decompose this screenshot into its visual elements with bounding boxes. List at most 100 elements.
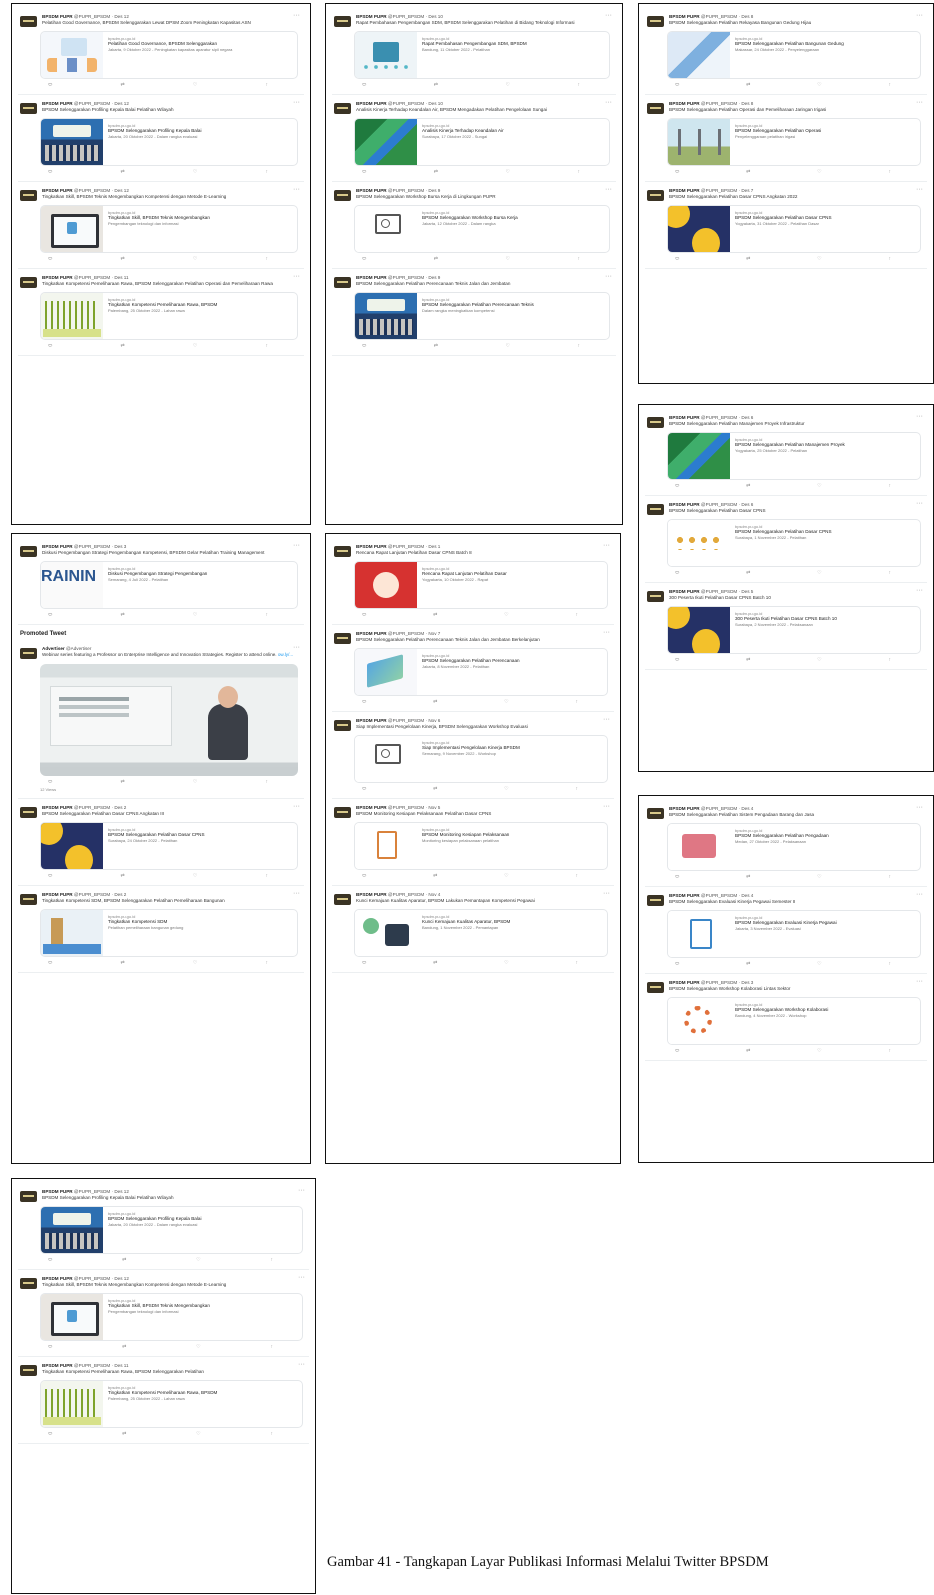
avatar[interactable] <box>334 277 351 288</box>
share-icon[interactable]: ↑ <box>271 1344 274 1350</box>
share-icon[interactable]: ↑ <box>889 570 892 576</box>
tweet[interactable]: BPSDM PUPR @PUPR_BPSDM · Des 3 Diskusi Pe… <box>18 538 304 625</box>
more-options-icon[interactable]: ··· <box>298 1187 305 1194</box>
account-name[interactable]: BPSDM PUPR <box>42 275 73 280</box>
reply-icon[interactable]: ⬭ <box>675 256 679 262</box>
share-icon[interactable]: ↑ <box>265 169 268 175</box>
link-card[interactable]: bpsdm.pu.go.id BPSDM Selenggarakan Pelati… <box>667 519 921 567</box>
tweet[interactable]: BPSDM PUPR @PUPR_BPSDM · Nov 4 Kunci Kema… <box>332 886 614 973</box>
retweet-icon[interactable]: ⇄ <box>120 256 124 262</box>
link-card[interactable]: bpsdm.pu.go.id Analisis Kinerja Terhadap … <box>354 118 610 166</box>
reply-icon[interactable]: ⬭ <box>675 483 679 489</box>
tweet[interactable]: BPSDM PUPR @PUPR_BPSDM · Des 10 Rapat Pem… <box>332 8 616 95</box>
link-card[interactable]: bpsdm.pu.go.id BPSDM Selenggarakan Worksh… <box>667 997 921 1045</box>
retweet-icon[interactable]: ⇄ <box>120 779 124 785</box>
account-name[interactable]: BPSDM PUPR <box>356 805 387 810</box>
more-options-icon[interactable]: ··· <box>293 644 300 651</box>
tweet[interactable]: BPSDM PUPR @PUPR_BPSDM · Des 12 Pelatihan… <box>18 8 304 95</box>
more-options-icon[interactable]: ··· <box>298 1274 305 1281</box>
link-card[interactable]: bpsdm.pu.go.id Tingkatkan Skill, BPSDM Te… <box>40 205 298 253</box>
tweet[interactable]: BPSDM PUPR @PUPR_BPSDM · Des 6 BPSDM Sele… <box>645 496 927 583</box>
more-options-icon[interactable]: ··· <box>293 186 300 193</box>
advertiser-avatar[interactable] <box>20 648 37 659</box>
tweet[interactable]: BPSDM PUPR @PUPR_BPSDM · Nov 7 BPSDM Sele… <box>332 625 614 712</box>
retweet-icon[interactable]: ⇄ <box>434 169 438 175</box>
account-name[interactable]: Advertiser <box>42 646 65 651</box>
avatar[interactable] <box>334 16 351 27</box>
like-icon[interactable]: ♡ <box>193 612 197 618</box>
share-icon[interactable]: ↑ <box>889 874 892 880</box>
retweet-icon[interactable]: ⇄ <box>122 1431 126 1437</box>
retweet-icon[interactable]: ⇄ <box>120 343 124 349</box>
like-icon[interactable]: ♡ <box>193 343 197 349</box>
retweet-icon[interactable]: ⇄ <box>746 570 750 576</box>
link-card[interactable]: bpsdm.pu.go.id BPSDM Selenggarakan Pelati… <box>667 823 921 871</box>
more-options-icon[interactable]: ··· <box>605 99 612 106</box>
link-card[interactable]: bpsdm.pu.go.id BPSDM Monitoring Kesiapan … <box>354 822 608 870</box>
retweet-icon[interactable]: ⇄ <box>434 82 438 88</box>
link-card[interactable]: bpsdm.pu.go.id Tingkatkan Kompetensi SDM P… <box>40 909 298 957</box>
avatar[interactable] <box>20 103 37 114</box>
retweet-icon[interactable]: ⇄ <box>746 256 750 262</box>
tweet[interactable]: BPSDM PUPR @PUPR_BPSDM · Des 11 Tingkatka… <box>18 269 304 356</box>
link-card[interactable]: bpsdm.pu.go.id BPSDM Selenggarakan Pelati… <box>667 31 921 79</box>
reply-icon[interactable]: ⬭ <box>48 256 52 262</box>
share-icon[interactable]: ↑ <box>577 343 580 349</box>
retweet-icon[interactable]: ⇄ <box>746 82 750 88</box>
share-icon[interactable]: ↑ <box>577 169 580 175</box>
tweet[interactable]: BPSDM PUPR @PUPR_BPSDM · Des 2 Tingkatkan… <box>18 886 304 973</box>
tweet[interactable]: BPSDM PUPR @PUPR_BPSDM · Nov 6 Siap Imple… <box>332 712 614 799</box>
tweet[interactable]: BPSDM PUPR @PUPR_BPSDM · Des 2 BPSDM Sele… <box>18 799 304 886</box>
tweet[interactable]: BPSDM PUPR @PUPR_BPSDM · Des 9 BPSDM Sele… <box>332 182 616 269</box>
reply-icon[interactable]: ⬭ <box>48 1344 52 1350</box>
link-card[interactable]: bpsdm.pu.go.id Pelatihan Good Governance,… <box>40 31 298 79</box>
avatar[interactable] <box>20 1191 37 1202</box>
share-icon[interactable]: ↑ <box>889 169 892 175</box>
share-icon[interactable]: ↑ <box>889 961 892 967</box>
avatar[interactable] <box>334 190 351 201</box>
account-name[interactable]: BPSDM PUPR <box>356 718 387 723</box>
like-icon[interactable]: ♡ <box>504 699 508 705</box>
reply-icon[interactable]: ⬭ <box>48 169 52 175</box>
tweet[interactable]: BPSDM PUPR @PUPR_BPSDM · Des 8 BPSDM Sele… <box>645 95 927 182</box>
share-icon[interactable]: ↑ <box>576 873 579 879</box>
reply-icon[interactable]: ⬭ <box>362 960 366 966</box>
avatar[interactable] <box>647 190 664 201</box>
more-options-icon[interactable]: ··· <box>603 803 610 810</box>
link-card[interactable]: bpsdm.pu.go.id Siap Implementasi Pengelol… <box>354 735 608 783</box>
avatar[interactable] <box>647 16 664 27</box>
avatar[interactable] <box>334 633 351 644</box>
like-icon[interactable]: ♡ <box>817 657 821 663</box>
account-name[interactable]: BPSDM PUPR <box>669 980 700 985</box>
reply-icon[interactable]: ⬭ <box>362 786 366 792</box>
tweet[interactable]: BPSDM PUPR @PUPR_BPSDM · Des 1 Rencana Ra… <box>332 538 614 625</box>
link-card[interactable]: bpsdm.pu.go.id BPSDM Selenggarakan Pelati… <box>354 292 610 340</box>
account-name[interactable]: BPSDM PUPR <box>42 101 73 106</box>
retweet-icon[interactable]: ⇄ <box>122 1257 126 1263</box>
account-name[interactable]: BPSDM PUPR <box>356 275 387 280</box>
retweet-icon[interactable]: ⇄ <box>120 169 124 175</box>
retweet-icon[interactable]: ⇄ <box>746 657 750 663</box>
account-name[interactable]: BPSDM PUPR <box>669 101 700 106</box>
account-name[interactable]: BPSDM PUPR <box>42 188 73 193</box>
account-name[interactable]: BPSDM PUPR <box>356 101 387 106</box>
more-options-icon[interactable]: ··· <box>293 890 300 897</box>
account-name[interactable]: BPSDM PUPR <box>669 893 700 898</box>
retweet-icon[interactable]: ⇄ <box>746 874 750 880</box>
retweet-icon[interactable]: ⇄ <box>122 1344 126 1350</box>
share-icon[interactable]: ↑ <box>265 82 268 88</box>
video-progress-bar[interactable] <box>40 767 298 770</box>
account-name[interactable]: BPSDM PUPR <box>669 502 700 507</box>
more-options-icon[interactable]: ··· <box>916 891 923 898</box>
reply-icon[interactable]: ⬭ <box>362 343 366 349</box>
tweet[interactable]: BPSDM PUPR @PUPR_BPSDM · Des 11 Tingkatka… <box>18 1357 309 1444</box>
share-icon[interactable]: ↑ <box>889 483 892 489</box>
account-name[interactable]: BPSDM PUPR <box>42 892 73 897</box>
like-icon[interactable]: ♡ <box>193 873 197 879</box>
more-options-icon[interactable]: ··· <box>298 1361 305 1368</box>
avatar[interactable] <box>334 807 351 818</box>
avatar[interactable] <box>20 546 37 557</box>
reply-icon[interactable]: ⬭ <box>48 960 52 966</box>
link-card[interactable]: bpsdm.pu.go.id BPSDM Selenggarakan Pelati… <box>354 648 608 696</box>
reply-icon[interactable]: ⬭ <box>48 1257 52 1263</box>
